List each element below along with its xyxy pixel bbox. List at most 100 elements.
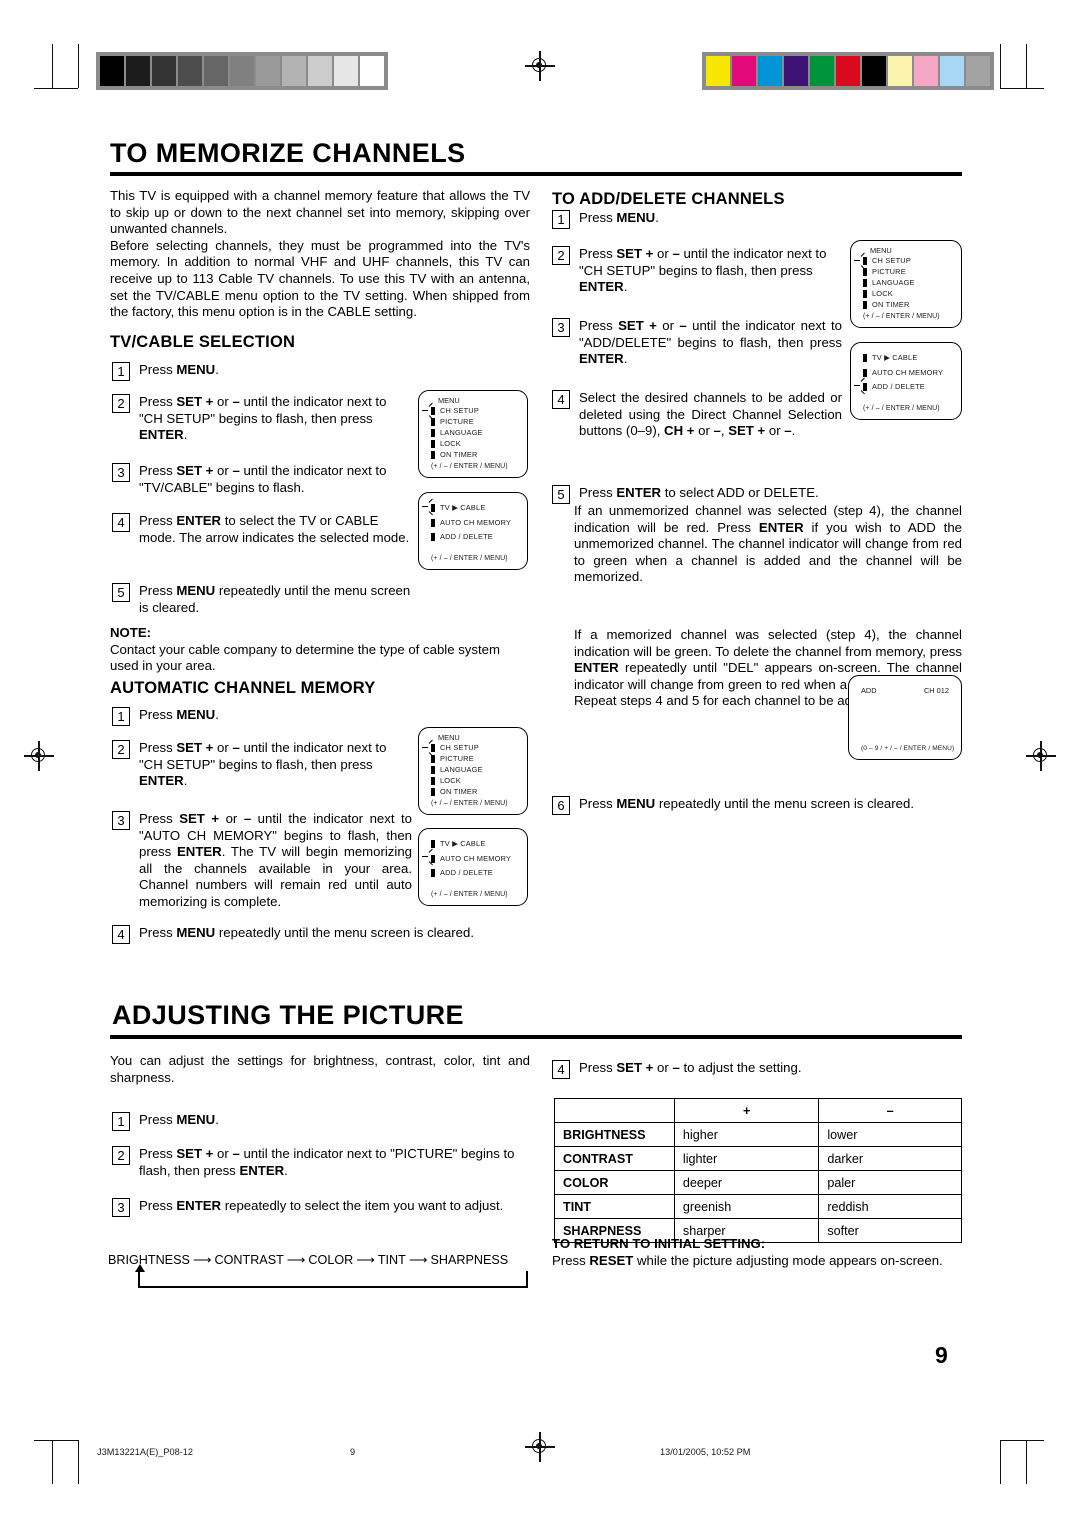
step-number: 2 bbox=[112, 1146, 130, 1165]
step-number: 1 bbox=[112, 707, 130, 726]
osd-footer-hint: (+ / – / ENTER / MENU) bbox=[863, 313, 940, 320]
registration-mark-top bbox=[525, 51, 555, 81]
osd-item-label: ON TIMER bbox=[440, 449, 478, 459]
osd-bullet-icon bbox=[431, 743, 435, 752]
osd-row-on-timer: ON TIMER bbox=[431, 786, 523, 797]
osd-bullet-icon bbox=[431, 854, 435, 863]
crop-mark-bottom-left-v2 bbox=[78, 1440, 79, 1484]
osd-bullet-icon bbox=[431, 787, 435, 796]
osd-main-menu-2: MENU CH SETUP PICTURE LANGUAGE LOCK ON T… bbox=[418, 727, 528, 815]
osd-row-tv-cable: TV ▶ CABLE bbox=[863, 351, 957, 365]
flashing-indicator-icon bbox=[422, 848, 433, 866]
grayscale-swatch-10 bbox=[360, 56, 384, 86]
step-text: Press SET + or – until the indicator nex… bbox=[579, 318, 842, 367]
osd-bullet-icon bbox=[431, 439, 435, 448]
osd-row-picture: PICTURE bbox=[863, 266, 957, 277]
cycle-item-brightness: BRIGHTNESS bbox=[108, 1253, 190, 1267]
flashing-indicator-icon bbox=[854, 377, 865, 395]
osd-item-label: CH SETUP bbox=[440, 742, 479, 752]
osd-bullet-icon bbox=[863, 383, 867, 391]
step-text: Press MENU. bbox=[139, 707, 219, 722]
step-text: Press SET + or – until the indicator nex… bbox=[139, 463, 387, 495]
step-text: Press ENTER to select ADD or DELETE. bbox=[579, 485, 819, 500]
osd-row-picture: PICTURE bbox=[431, 416, 523, 427]
reset-heading: TO RETURN TO INITIAL SETTING: bbox=[552, 1236, 766, 1251]
step-number: 4 bbox=[112, 925, 130, 944]
osd-item-list: TV ▶ CABLE AUTO CH MEMORY ADD / DELETE bbox=[422, 837, 523, 880]
osd-item-label: ADD / DELETE bbox=[440, 532, 493, 541]
add-delete-text-1: If an unmemorized channel was selected (… bbox=[574, 503, 963, 585]
osd-ch-setup-menu-3: TV ▶ CABLE AUTO CH MEMORY ADD / DELETE (… bbox=[850, 342, 962, 420]
osd-item-label: PICTURE bbox=[440, 753, 474, 763]
osd-ch-setup-menu-1: TV ▶ CABLE AUTO CH MEMORY ADD / DELETE (… bbox=[418, 492, 528, 570]
osd-bullet-icon bbox=[431, 533, 435, 541]
osd-row-ch-setup: CH SETUP bbox=[854, 252, 957, 270]
step-number: 1 bbox=[112, 362, 130, 381]
step-number: 3 bbox=[112, 811, 130, 830]
grayscale-swatch-6 bbox=[256, 56, 280, 86]
osd-ch-setup-menu-2: TV ▶ CABLE AUTO CH MEMORY ADD / DELETE (… bbox=[418, 828, 528, 906]
osd-footer-hint: (+ / – / ENTER / MENU) bbox=[431, 800, 508, 807]
flashing-indicator-icon bbox=[854, 252, 865, 270]
osd-item-label: PICTURE bbox=[872, 266, 906, 276]
osd-bullet-icon bbox=[863, 278, 867, 287]
table-row: COLOR deeper paler bbox=[554, 1170, 962, 1195]
step-text: Press SET + or – until the indicator nex… bbox=[139, 740, 387, 789]
document-page: TO MEMORIZE CHANNELS This TV is equipped… bbox=[0, 0, 1080, 1528]
registration-mark-left bbox=[24, 741, 54, 771]
osd-row-lock: LOCK bbox=[431, 775, 523, 786]
step-text: Press MENU. bbox=[579, 210, 659, 225]
table-cell-plus: higher bbox=[673, 1122, 820, 1147]
osd-main-menu-1: MENU CH SETUP PICTURE LANGUAGE LOCK ON T… bbox=[418, 390, 528, 478]
osd-bullet-icon bbox=[431, 504, 435, 512]
table-cell-plus: deeper bbox=[673, 1170, 820, 1195]
osd-channel-number: CH 012 bbox=[923, 686, 949, 695]
table-cell-minus: lower bbox=[818, 1122, 962, 1147]
color-swatch-7 bbox=[888, 56, 912, 86]
osd-bullet-icon bbox=[431, 450, 435, 459]
osd-bullet-icon bbox=[431, 406, 435, 415]
step-number: 3 bbox=[112, 463, 130, 482]
osd-item-label: TV ▶ CABLE bbox=[872, 353, 918, 362]
color-swatch-0 bbox=[706, 56, 730, 86]
color-swatch-5 bbox=[836, 56, 860, 86]
cycle-item-contrast: CONTRAST bbox=[214, 1253, 284, 1267]
step-text: Press MENU repeatedly until the menu scr… bbox=[579, 796, 914, 811]
osd-row-language: LANGUAGE bbox=[431, 764, 523, 775]
crop-mark-top-left-h bbox=[34, 88, 78, 89]
osd-main-menu-3: MENU CH SETUP PICTURE LANGUAGE LOCK ON T… bbox=[850, 240, 962, 328]
page-title-adjusting-picture: ADJUSTING THE PICTURE bbox=[112, 1000, 464, 1030]
step-text: Press MENU repeatedly until the menu scr… bbox=[139, 925, 474, 940]
crop-mark-bottom-left-h bbox=[34, 1440, 78, 1441]
table-header-plus: + bbox=[673, 1098, 820, 1123]
crop-mark-bottom-right-h bbox=[1000, 1440, 1044, 1441]
title-rule-1 bbox=[110, 172, 962, 176]
osd-item-label: LANGUAGE bbox=[440, 764, 483, 774]
adjust-intro: You can adjust the settings for brightne… bbox=[110, 1053, 530, 1086]
osd-item-label: AUTO CH MEMORY bbox=[440, 517, 512, 527]
page-title-memorize-channels: TO MEMORIZE CHANNELS bbox=[110, 138, 466, 168]
grayscale-swatch-2 bbox=[152, 56, 176, 86]
color-swatch-10 bbox=[966, 56, 990, 86]
step-tvcable-4: 4 Press ENTER to select the TV or CABLE … bbox=[112, 513, 412, 546]
table-cell-item: TINT bbox=[554, 1194, 675, 1219]
title-rule-2 bbox=[110, 1035, 962, 1039]
step-number: 2 bbox=[112, 740, 130, 759]
step-number: 5 bbox=[552, 485, 570, 504]
osd-add-mode-label: ADD bbox=[861, 686, 877, 695]
step-adddel-5: 5 Press ENTER to select ADD or DELETE. bbox=[552, 485, 952, 504]
step-text: Press MENU repeatedly until the menu scr… bbox=[139, 583, 411, 615]
step-tvcable-5: 5 Press MENU repeatedly until the menu s… bbox=[112, 583, 412, 616]
color-swatch-3 bbox=[784, 56, 808, 86]
step-number: 4 bbox=[552, 390, 570, 409]
osd-row-lock: LOCK bbox=[863, 288, 957, 299]
crop-mark-top-left-v bbox=[52, 44, 53, 88]
osd-row-ch-setup: CH SETUP bbox=[422, 402, 523, 420]
osd-item-label: LANGUAGE bbox=[440, 427, 483, 437]
osd-item-label: AUTO CH MEMORY bbox=[872, 367, 944, 377]
grayscale-swatch-0 bbox=[100, 56, 124, 86]
step-adjust-4: 4 Press SET + or – to adjust the setting… bbox=[552, 1060, 952, 1079]
step-text: Press ENTER to select the TV or CABLE mo… bbox=[139, 513, 410, 545]
color-swatch-1 bbox=[732, 56, 756, 86]
heading-add-delete-channels: TO ADD/DELETE CHANNELS bbox=[552, 190, 785, 208]
